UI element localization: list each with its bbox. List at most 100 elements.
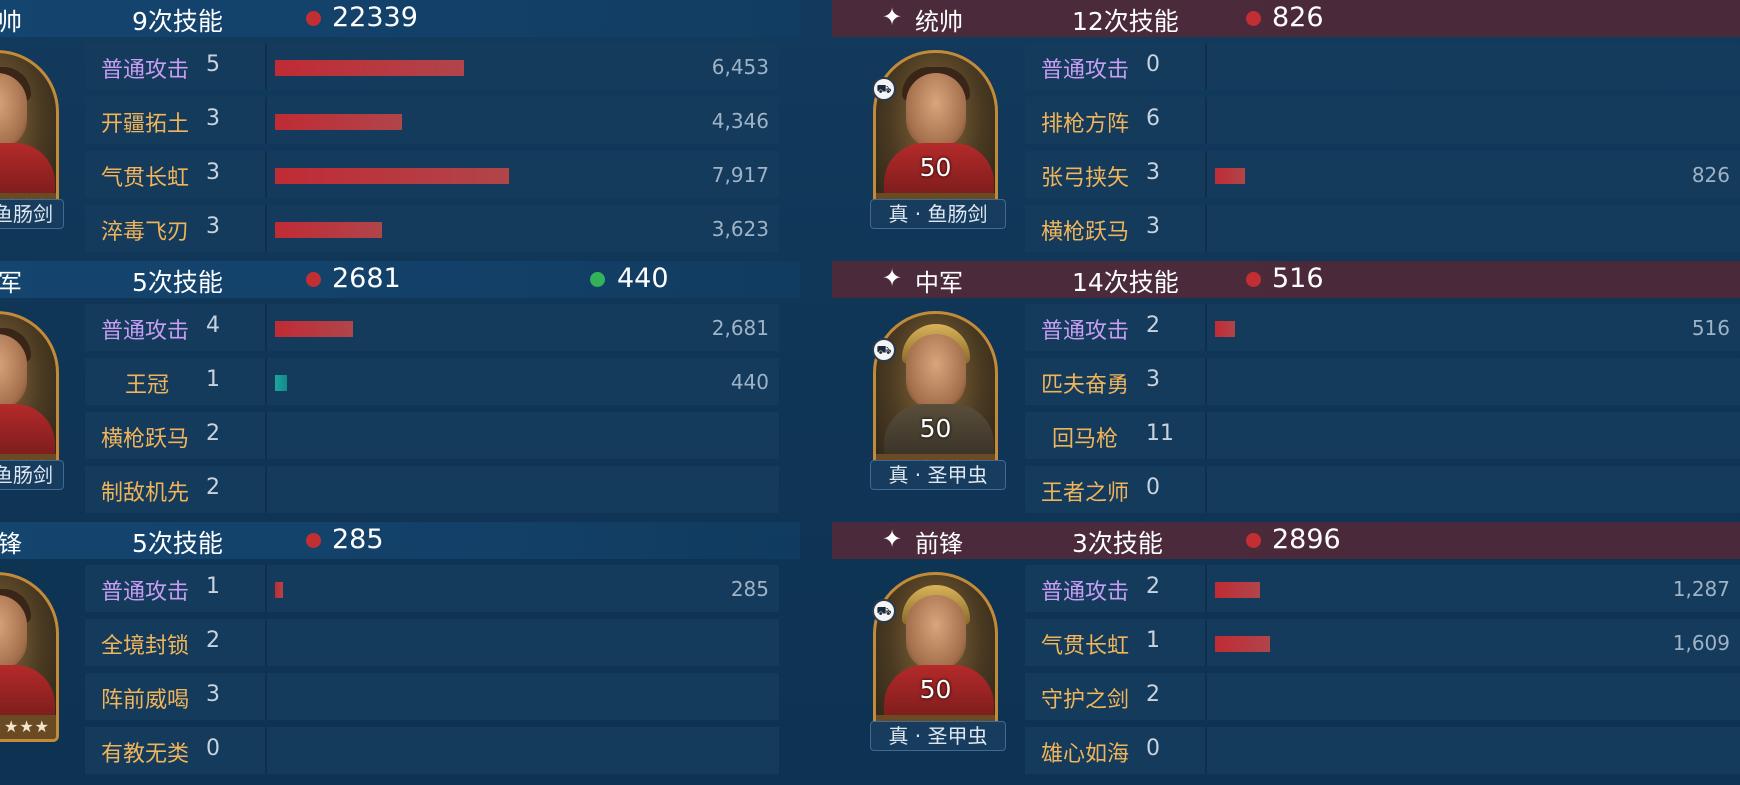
damage-bar <box>1215 636 1270 652</box>
skill-use-count: 1 <box>1146 628 1160 653</box>
equipment-tag[interactable]: 鱼肠剑 <box>0 199 64 229</box>
damage-bar <box>275 321 353 337</box>
total-damage: 2896 <box>1272 524 1341 555</box>
skill-name: 开疆拓土 <box>101 112 190 137</box>
skill-row: 开疆拓土 3 4,346 <box>85 97 779 144</box>
skill-use-count: 5 <box>206 52 220 77</box>
skill-damage-value: 826 <box>1691 163 1730 187</box>
skill-row: 横枪跃马 2 <box>85 412 779 459</box>
row-divider <box>1205 43 1207 90</box>
hero-section: ✦ 前锋 3次技能 2896 50✦★★★★★⛟ 真 · 圣甲虫 普通攻击 2 1,287 气贯长… <box>832 522 1740 783</box>
hero-portrait[interactable]: 0★★★ <box>0 572 59 742</box>
skill-name: 淬毒飞刃 <box>101 220 190 245</box>
row-divider <box>1205 466 1207 513</box>
hero-face <box>906 334 966 409</box>
row-divider <box>1205 151 1207 198</box>
hero-level: 50 <box>919 153 952 182</box>
skill-name: 王者之师 <box>1041 481 1130 506</box>
skill-use-count: 3 <box>206 214 220 239</box>
skill-use-count: 3 <box>1146 214 1160 239</box>
skill-name: 普通攻击 <box>1041 58 1130 83</box>
skill-name: 王冠 <box>125 373 170 398</box>
skill-row: 横枪跃马 3 <box>1025 205 1740 252</box>
skill-row: 普通攻击 1 285 <box>85 565 779 612</box>
skill-count-label: 14次技能 <box>1072 268 1179 297</box>
damage-bar <box>1215 582 1260 598</box>
row-divider <box>1205 673 1207 720</box>
damage-bar <box>275 375 287 391</box>
skill-row: 制敌机先 2 <box>85 466 779 513</box>
heal-dot-icon <box>590 272 605 287</box>
row-divider <box>265 466 267 513</box>
row-divider <box>1205 412 1207 459</box>
row-divider <box>265 97 267 144</box>
damage-dot-icon <box>306 272 321 287</box>
skill-name: 回马枪 <box>1052 427 1119 452</box>
skill-count-label: 3次技能 <box>1072 529 1163 558</box>
skill-damage-value: 285 <box>730 577 769 601</box>
row-divider <box>1205 619 1207 666</box>
skill-count-label: 9次技能 <box>132 7 223 36</box>
hero-header: ✦ 统帅 12次技能 826 <box>832 0 1740 37</box>
skill-row: 王者之师 0 <box>1025 466 1740 513</box>
hero-section: ✦ 统帅 12次技能 826 50✦★★★★★⛟ 真 · 鱼肠剑 普通攻击 0 排枪方阵 6 张弓挟… <box>832 0 1740 261</box>
hero-stars: ★★★ <box>0 715 56 739</box>
skill-use-count: 3 <box>1146 160 1160 185</box>
skill-count-label: 5次技能 <box>132 529 223 558</box>
equipment-tag[interactable]: 真 · 圣甲虫 <box>870 721 1006 751</box>
skill-damage-value: 4,346 <box>711 109 769 133</box>
skill-name: 普通攻击 <box>101 58 190 83</box>
skill-use-count: 11 <box>1146 421 1174 446</box>
hero-role-label: 中军 <box>915 269 963 297</box>
skill-damage-value: 3,623 <box>711 217 769 241</box>
skill-use-count: 6 <box>1146 106 1160 131</box>
hero-portrait[interactable]: 0★★★ <box>0 50 59 220</box>
skill-name: 普通攻击 <box>1041 580 1130 605</box>
skill-name: 守护之剑 <box>1041 688 1130 713</box>
skill-damage-value: 440 <box>730 370 769 394</box>
row-divider <box>265 619 267 666</box>
hero-portrait[interactable]: 50✦★★★★★ <box>873 50 998 220</box>
damage-bar <box>275 60 464 76</box>
total-damage: 826 <box>1272 2 1324 33</box>
skill-row: 守护之剑 2 <box>1025 673 1740 720</box>
equipment-tag[interactable]: 真 · 鱼肠剑 <box>870 199 1006 229</box>
row-divider <box>1205 565 1207 612</box>
equipment-tag[interactable]: 鱼肠剑 <box>0 460 64 490</box>
row-divider <box>265 205 267 252</box>
row-divider <box>1205 97 1207 144</box>
row-divider <box>1205 358 1207 405</box>
skill-name: 匹夫奋勇 <box>1041 373 1130 398</box>
hero-role-label: 统帅 <box>915 8 963 36</box>
skill-row: 雄心如海 0 <box>1025 727 1740 774</box>
hero-header: 帅 9次技能 22339 <box>0 0 800 37</box>
skill-row: 气贯长虹 1 1,609 <box>1025 619 1740 666</box>
skill-use-count: 3 <box>1146 367 1160 392</box>
hero-portrait[interactable]: 50✦★★★★★ <box>873 572 998 742</box>
hero-portrait[interactable]: 50✦★★★★★ <box>873 311 998 481</box>
total-damage: 22339 <box>332 2 418 33</box>
skill-use-count: 4 <box>206 313 220 338</box>
hero-portrait[interactable]: 0★★★ <box>0 311 59 481</box>
skill-damage-value: 1,287 <box>1672 577 1730 601</box>
skill-name: 排枪方阵 <box>1041 112 1130 137</box>
skill-use-count: 0 <box>206 736 220 761</box>
damage-dot-icon <box>1246 533 1261 548</box>
skill-damage-value: 516 <box>1691 316 1730 340</box>
skill-row: 淬毒飞刃 3 3,623 <box>85 205 779 252</box>
skill-use-count: 3 <box>206 106 220 131</box>
skill-row: 排枪方阵 6 <box>1025 97 1740 144</box>
hero-role-label: 前锋 <box>915 530 963 558</box>
skill-use-count: 3 <box>206 160 220 185</box>
skill-row: 普通攻击 2 1,287 <box>1025 565 1740 612</box>
skill-use-count: 1 <box>206 367 220 392</box>
hero-face <box>906 73 966 148</box>
sparkle-icon: ✦ <box>882 3 903 31</box>
equipment-tag[interactable]: 真 · 圣甲虫 <box>870 460 1006 490</box>
skill-use-count: 2 <box>206 628 220 653</box>
hero-role-label: 锋 <box>0 530 22 558</box>
skill-damage-value: 2,681 <box>711 316 769 340</box>
skill-use-count: 0 <box>1146 736 1160 761</box>
hero-face <box>906 595 966 670</box>
skill-use-count: 1 <box>206 574 220 599</box>
